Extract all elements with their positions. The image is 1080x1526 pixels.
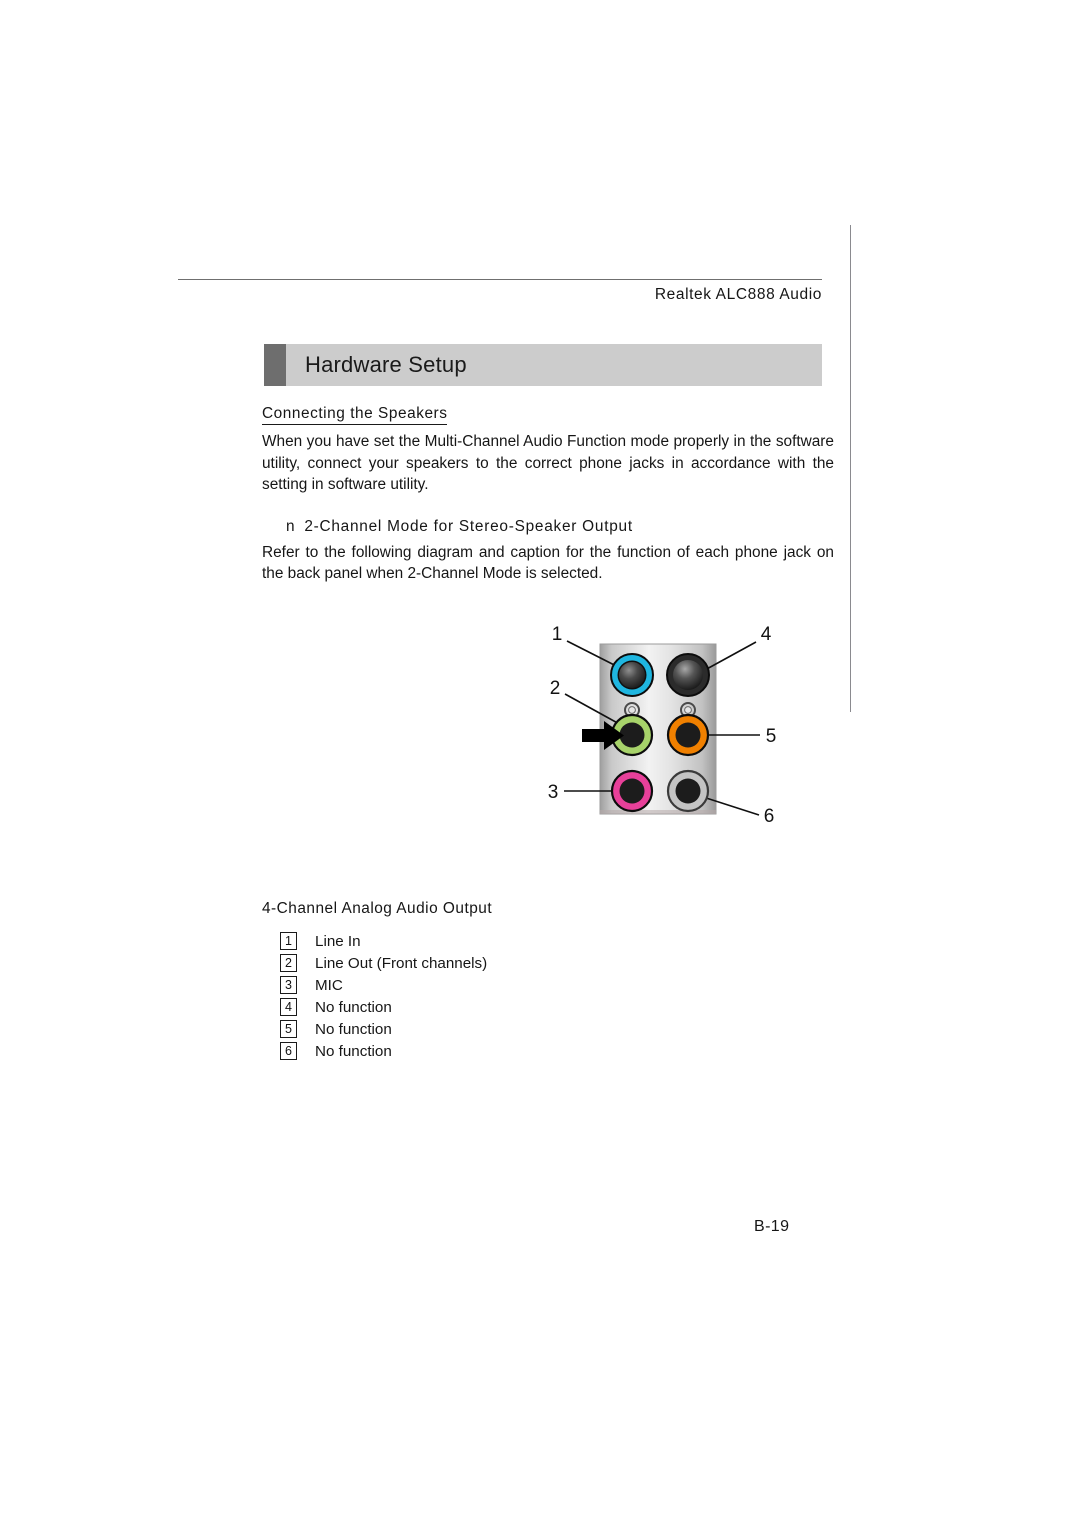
- jack-4-no-function: [666, 653, 710, 697]
- caption-label: MIC: [315, 976, 343, 994]
- caption-number-box: 1: [280, 932, 297, 950]
- caption-number-box: 2: [280, 954, 297, 972]
- diagram-label-6: 6: [764, 806, 775, 827]
- caption-label: No function: [315, 1020, 392, 1038]
- bullet-heading: n 2-Channel Mode for Stereo-Speaker Outpu…: [262, 518, 834, 536]
- bullet-heading-label: 2-Channel Mode for Stereo-Speaker Output: [304, 517, 633, 535]
- caption-label: No function: [315, 998, 392, 1016]
- banner-accent-block: [264, 344, 286, 386]
- section-title: Hardware Setup: [305, 352, 467, 377]
- caption-list: 1 Line In 2 Line Out (Front channels) 3 …: [280, 930, 700, 1062]
- list-item: 1 Line In: [280, 930, 700, 952]
- caption-number-box: 5: [280, 1020, 297, 1038]
- description-paragraph: Refer to the following diagram and capti…: [262, 543, 834, 583]
- list-item: 6 No function: [280, 1040, 700, 1062]
- caption-number-box: 3: [280, 976, 297, 994]
- audio-jack-diagram: 1 2 3 4 5 6: [528, 618, 796, 844]
- jack-1-line-in: [610, 653, 654, 697]
- diagram-label-1: 1: [552, 624, 563, 645]
- section-banner: Hardware Setup: [264, 344, 822, 386]
- diagram-label-5: 5: [766, 726, 777, 747]
- header-divider: [178, 279, 822, 280]
- caption-label: No function: [315, 1042, 392, 1060]
- bullet-marker-icon: n: [286, 517, 296, 535]
- caption-label: Line In: [315, 932, 361, 950]
- right-margin-rule: [850, 225, 851, 712]
- list-item: 5 No function: [280, 1018, 700, 1040]
- list-item: 3 MIC: [280, 974, 700, 996]
- jack-3-mic: [610, 769, 654, 813]
- list-item: 2 Line Out (Front channels): [280, 952, 700, 974]
- list-item: 4 No function: [280, 996, 700, 1018]
- diagram-label-4: 4: [761, 624, 772, 645]
- subsection-heading: Connecting the Speakers: [262, 405, 448, 425]
- caption-number-box: 6: [280, 1042, 297, 1060]
- diagram-label-3: 3: [548, 782, 559, 803]
- manual-page: Realtek ALC888 Audio Hardware Setup Conn…: [0, 0, 1080, 1526]
- diagram-label-2: 2: [550, 678, 561, 699]
- page-number: B-19: [754, 1218, 790, 1235]
- caption-number-box: 4: [280, 998, 297, 1016]
- caption-heading: 4-Channel Analog Audio Output: [262, 900, 493, 917]
- page-header-title: Realtek ALC888 Audio: [654, 286, 822, 303]
- intro-paragraph: When you have set the Multi-Channel Audi…: [262, 433, 834, 493]
- body-column: Connecting the Speakers When you have se…: [262, 405, 834, 585]
- jack-6-no-function: [666, 769, 710, 813]
- jack-5-no-function: [666, 713, 710, 757]
- caption-label: Line Out (Front channels): [315, 954, 488, 972]
